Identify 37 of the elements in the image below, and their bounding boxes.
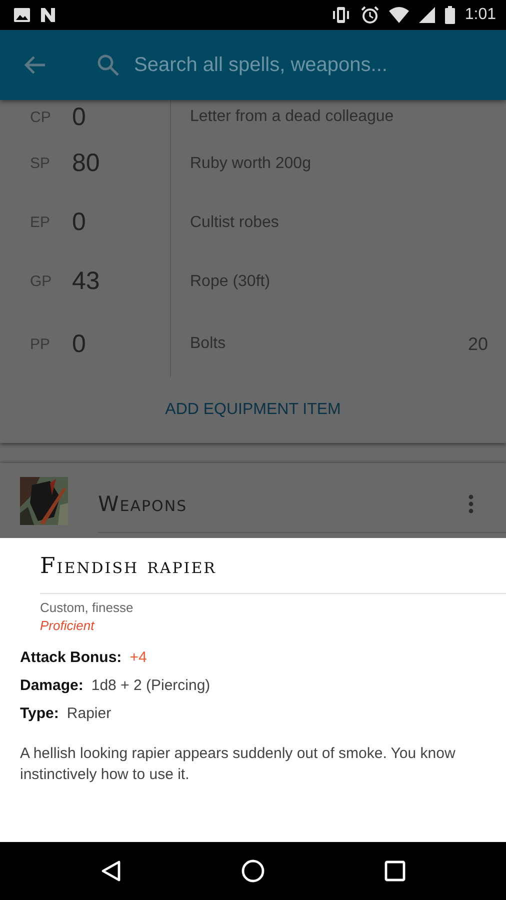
field-value: 1d8 + 2 (Piercing) xyxy=(91,676,210,696)
item-count: 20 xyxy=(468,334,488,354)
equipment-item[interactable]: Ruby worth 200g xyxy=(190,154,311,172)
field-label: Damage: xyxy=(20,676,84,696)
field-value: Rapier xyxy=(66,704,112,724)
weapon-title: Fiendish rapier xyxy=(40,538,506,594)
currency-amount: 0 xyxy=(72,208,86,237)
search-field[interactable]: Search all spells, weapons... xyxy=(134,54,434,76)
clock: 1:01 xyxy=(464,6,496,24)
proficiency-label: Proficient xyxy=(40,618,96,633)
more-menu-button[interactable] xyxy=(466,492,476,516)
alarm-icon xyxy=(360,6,379,24)
signal-icon xyxy=(418,7,435,23)
notification-icon xyxy=(40,8,56,22)
equipment-item[interactable]: Letter from a dead colleague xyxy=(190,108,394,126)
back-triangle-icon[interactable] xyxy=(100,860,122,882)
equipment-item[interactable]: Bolts xyxy=(190,335,226,353)
field-value: +4 xyxy=(130,648,147,668)
currency-amount: 0 xyxy=(72,102,86,132)
field-label: Attack Bonus: xyxy=(20,648,122,668)
section-title: Weapons xyxy=(98,492,188,516)
currency-amount: 80 xyxy=(72,149,100,178)
search-icon xyxy=(96,53,120,77)
add-equipment-button[interactable]: ADD EQUIPMENT ITEM xyxy=(165,377,341,443)
weapon-properties: Custom, finesse xyxy=(40,600,134,615)
currency-amount: 0 xyxy=(72,330,86,358)
equipment-item[interactable]: Cultist robes xyxy=(190,214,279,232)
image-icon xyxy=(14,8,30,22)
battery-icon xyxy=(444,6,455,24)
field-label: Type: xyxy=(20,704,59,724)
recents-square-icon[interactable] xyxy=(384,860,406,882)
weapon-description: A hellish looking rapier appears suddenly out of smoke. You know instinctively how to use it. xyxy=(20,744,456,785)
currency-amount: 43 xyxy=(72,267,100,296)
equipment-item[interactable]: Rope (30ft) xyxy=(190,272,270,290)
vibrate-icon xyxy=(330,7,351,23)
home-circle-icon[interactable] xyxy=(241,859,265,883)
wifi-icon xyxy=(388,7,409,23)
